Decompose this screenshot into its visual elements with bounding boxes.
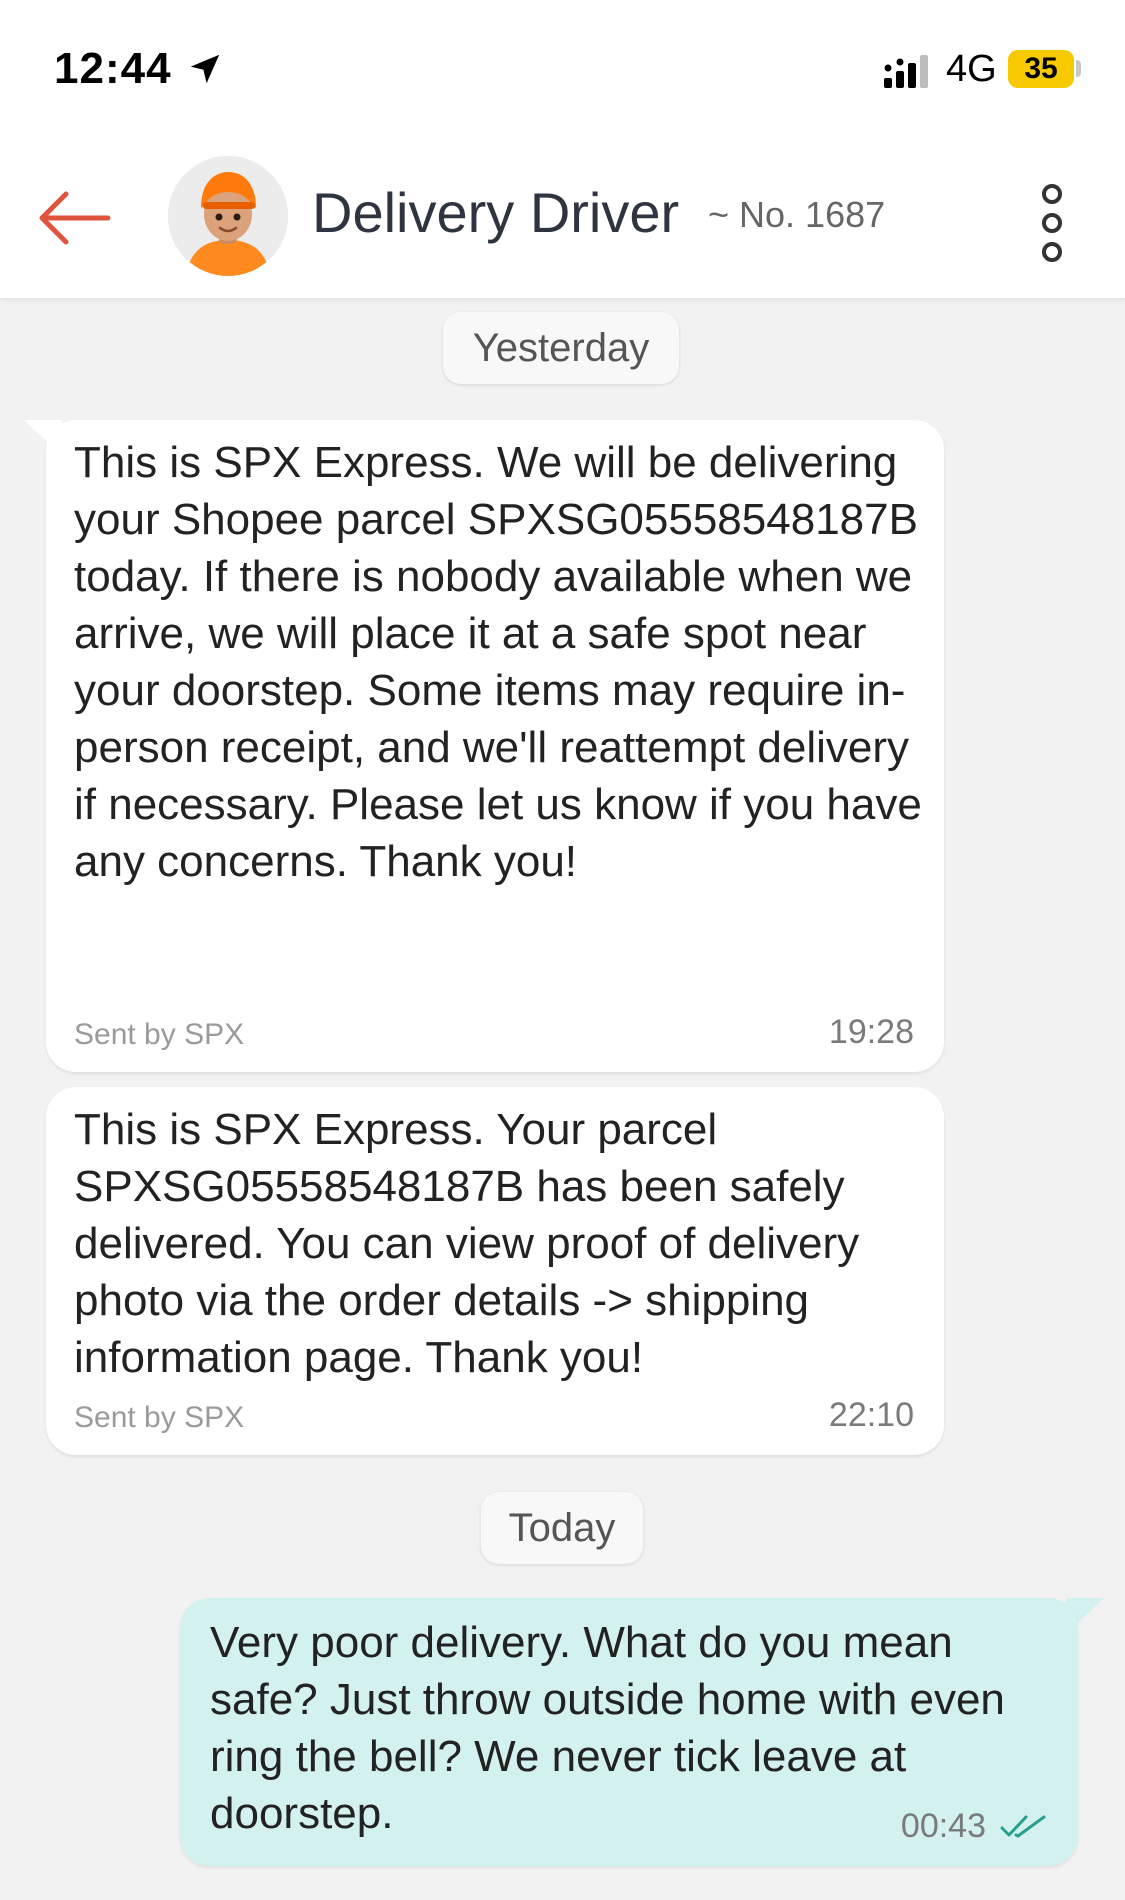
message-bubble-incoming[interactable]: This is SPX Express. We will be deliveri… — [46, 420, 944, 1072]
message-time: 00:43 — [900, 1807, 986, 1845]
signal-icon — [884, 55, 928, 88]
status-time: 12:44 — [54, 44, 172, 93]
message-time: 22:10 — [828, 1396, 914, 1434]
message-time: 19:28 — [828, 1013, 914, 1051]
status-bar: 12:44 4G 35 — [0, 0, 1125, 140]
message-sender: Sent by SPX — [74, 1018, 245, 1051]
date-separator-yesterday: Yesterday — [443, 312, 679, 384]
read-double-check-icon — [1000, 1815, 1046, 1838]
message-bubble-incoming[interactable]: This is SPX Express. Your parcel SPXSG05… — [46, 1087, 944, 1455]
driver-avatar[interactable] — [168, 156, 288, 276]
message-sender: Sent by SPX — [74, 1401, 245, 1434]
date-separator-label: Yesterday — [472, 326, 650, 370]
more-options-icon[interactable] — [1030, 178, 1074, 268]
chat-header: Delivery Driver ~ No. 1687 — [0, 140, 1125, 299]
message-text: This is SPX Express. We will be deliveri… — [74, 438, 922, 886]
location-arrow-icon — [190, 54, 220, 84]
message-bubble-outgoing[interactable]: Very poor delivery. What do you mean saf… — [180, 1598, 1078, 1866]
battery-icon: 35 — [1008, 50, 1074, 88]
back-arrow-icon[interactable] — [36, 188, 112, 248]
network-type: 4G — [946, 48, 997, 90]
battery-tip — [1076, 60, 1081, 77]
driver-number: ~ No. 1687 — [708, 194, 886, 235]
driver-avatar-illustration — [168, 156, 288, 276]
date-separator-label: Today — [508, 1506, 616, 1550]
date-separator-today: Today — [481, 1492, 643, 1564]
chat-title: Delivery Driver — [312, 181, 680, 244]
message-text: This is SPX Express. Your parcel SPXSG05… — [74, 1105, 860, 1382]
